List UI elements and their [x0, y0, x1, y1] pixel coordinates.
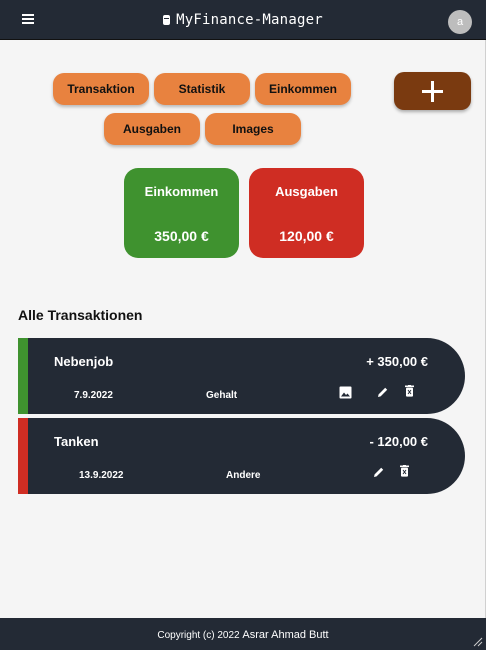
transaction-item[interactable]: Nebenjob + 350,00 € 7.9.2022 Gehalt [18, 338, 465, 414]
footer-author: Asrar Ahmad Butt [242, 629, 329, 641]
delete-icon[interactable] [400, 465, 409, 477]
income-summary-card: Einkommen 350,00 € [124, 168, 239, 258]
transaction-category: Andere [226, 470, 261, 481]
nav-button-images[interactable]: Images [205, 113, 301, 145]
expense-summary-label: Ausgaben [275, 184, 338, 199]
app-title: MyFinance-Manager [0, 12, 486, 28]
resize-grip-icon[interactable] [471, 635, 483, 647]
expense-summary-card: Ausgaben 120,00 € [249, 168, 364, 258]
app-window: MyFinance-Manager a Transaktion Statisti… [0, 0, 486, 650]
nav-button-transaktion[interactable]: Transaktion [53, 73, 149, 105]
transaction-type-indicator [18, 338, 28, 414]
transaction-category: Gehalt [206, 390, 238, 401]
expense-summary-value: 120,00 € [279, 228, 334, 244]
transaction-type-indicator [18, 418, 28, 494]
transaction-amount: - 120,00 € [369, 434, 428, 449]
avatar[interactable]: a [448, 10, 472, 34]
transaction-item[interactable]: Tanken - 120,00 € 13.9.2022 Andere [18, 418, 465, 494]
footer: Copyright (c) 2022 Asrar Ahmad Butt [0, 618, 486, 650]
image-icon[interactable] [339, 386, 352, 399]
add-transaction-button[interactable] [394, 72, 471, 110]
edit-icon[interactable] [373, 466, 385, 478]
transaction-amount: + 350,00 € [366, 354, 428, 369]
wallet-icon [163, 15, 171, 25]
income-summary-value: 350,00 € [154, 228, 209, 244]
transaction-name: Tanken [54, 434, 99, 449]
delete-icon[interactable] [405, 385, 414, 397]
nav-button-statistik[interactable]: Statistik [154, 73, 250, 105]
transaction-name: Nebenjob [54, 354, 114, 369]
transactions-heading: Alle Transaktionen [18, 307, 143, 323]
income-summary-label: Einkommen [144, 184, 219, 199]
app-title-text: MyFinance-Manager [176, 12, 323, 28]
edit-icon[interactable] [377, 386, 389, 398]
nav-button-ausgaben[interactable]: Ausgaben [104, 113, 200, 145]
top-bar: MyFinance-Manager a [0, 0, 486, 40]
transaction-date: 7.9.2022 [74, 390, 113, 401]
footer-copyright: Copyright (c) 2022 [157, 630, 240, 641]
transaction-date: 13.9.2022 [79, 470, 124, 481]
nav-button-einkommen[interactable]: Einkommen [255, 73, 351, 105]
